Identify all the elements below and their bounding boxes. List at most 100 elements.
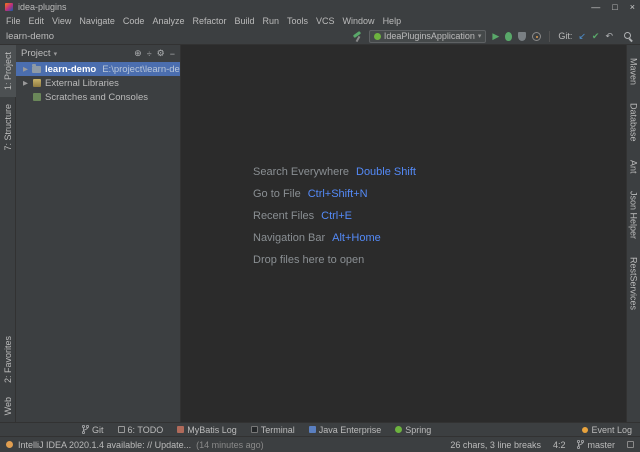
- git-update-button[interactable]: ↙: [578, 31, 586, 42]
- status-message-time: (14 minutes ago): [196, 439, 264, 450]
- app-logo-icon: [5, 3, 13, 11]
- build-hammer-icon[interactable]: [352, 31, 363, 42]
- toolwindow-tab-project[interactable]: 1: Project: [0, 45, 16, 98]
- run-config-select[interactable]: IdeaPluginsApplication ▾: [368, 29, 487, 43]
- shortcut-keys: Double Shift: [356, 166, 416, 178]
- tree-item-external-libraries[interactable]: ▶ External Libraries: [16, 76, 180, 90]
- menu-view[interactable]: View: [48, 14, 75, 28]
- left-bar-top-group: 1: Project 7: Structure: [0, 45, 16, 158]
- minimize-button[interactable]: —: [591, 0, 600, 14]
- left-bar-bottom-group: 2: Favorites Web: [0, 329, 16, 422]
- menu-bar: File Edit View Navigate Code Analyze Ref…: [0, 14, 640, 28]
- toolwindow-tab-database[interactable]: Database: [626, 94, 640, 151]
- menu-help[interactable]: Help: [379, 14, 406, 28]
- status-message[interactable]: IntelliJ IDEA 2020.1.4 available: // Upd…: [18, 440, 191, 450]
- project-view-selector[interactable]: Project: [21, 48, 51, 59]
- settings-gear-icon[interactable]: ⚙: [157, 48, 165, 59]
- java-enterprise-icon: [308, 426, 316, 433]
- git-branch-icon: [82, 425, 89, 434]
- shortcut-line: Go to File Ctrl+Shift+N: [253, 189, 416, 200]
- expand-arrow-icon[interactable]: ▶: [23, 79, 29, 87]
- title-bar: idea-plugins — □ ×: [0, 0, 640, 14]
- toolwindow-tab-label: MyBatis Log: [187, 424, 237, 435]
- toolwindow-tab-terminal[interactable]: Terminal: [250, 424, 295, 435]
- debug-button[interactable]: [505, 31, 513, 41]
- run-config-icon: [373, 32, 381, 40]
- toolwindow-tab-label: Git: [92, 424, 104, 435]
- event-log-button[interactable]: Event Log: [582, 425, 640, 435]
- tree-item-label: learn-demo: [45, 63, 97, 75]
- main-toolbar: learn-demo IdeaPluginsApplication ▾ ▶ Gi…: [0, 28, 640, 45]
- breadcrumb[interactable]: learn-demo: [6, 31, 54, 42]
- close-button[interactable]: ×: [630, 0, 635, 14]
- menu-run[interactable]: Run: [259, 14, 284, 28]
- shortcut-line: Recent Files Ctrl+E: [253, 211, 416, 222]
- shortcut-keys: Alt+Home: [332, 232, 381, 244]
- event-log-icon: [582, 426, 589, 433]
- terminal-icon: [250, 426, 258, 433]
- editor-area[interactable]: Search Everywhere Double Shift Go to Fil…: [181, 45, 626, 422]
- git-label: Git:: [558, 31, 573, 41]
- menu-vcs[interactable]: VCS: [312, 14, 339, 28]
- toolbar-separator: [549, 30, 551, 42]
- empty-editor-shortcuts: Search Everywhere Double Shift Go to Fil…: [253, 167, 416, 277]
- collapse-all-icon[interactable]: ÷: [147, 49, 152, 59]
- coverage-button[interactable]: [518, 31, 527, 41]
- tree-item-scratches[interactable]: ▶ Scratches and Consoles: [16, 90, 180, 104]
- shortcut-label: Recent Files: [253, 210, 315, 222]
- toolwindow-tab-maven[interactable]: Maven: [626, 49, 640, 94]
- event-log-label: Event Log: [591, 424, 632, 435]
- tree-item-label: External Libraries: [45, 77, 119, 89]
- toolwindow-tab-restservices[interactable]: RestServices: [626, 248, 640, 319]
- toolwindow-tab-java-enterprise[interactable]: Java Enterprise: [308, 425, 381, 435]
- menu-refactor[interactable]: Refactor: [188, 14, 230, 28]
- menu-window[interactable]: Window: [339, 14, 379, 28]
- lock-icon[interactable]: [627, 441, 634, 448]
- caret-position[interactable]: 4:2: [553, 440, 566, 450]
- git-rollback-button[interactable]: ↶: [605, 31, 613, 42]
- menu-code[interactable]: Code: [119, 14, 149, 28]
- shortcut-line: Navigation Bar Alt+Home: [253, 233, 416, 244]
- shortcut-label: Drop files here to open: [253, 254, 365, 266]
- run-button[interactable]: ▶: [492, 31, 499, 41]
- mybatis-icon: [177, 426, 185, 433]
- toolwindow-tab-ant[interactable]: Ant: [626, 151, 640, 183]
- toolwindow-tab-todo[interactable]: 6: TODO: [117, 424, 164, 435]
- project-panel-actions: ⊕ ÷ ⚙ −: [134, 48, 175, 59]
- menu-edit[interactable]: Edit: [25, 14, 49, 28]
- toolwindow-tab-git[interactable]: Git: [82, 425, 104, 435]
- toolwindow-tab-web[interactable]: Web: [0, 390, 16, 422]
- right-toolwindow-bar: Maven Database Ant Json Helper RestServi…: [626, 45, 640, 422]
- menu-file[interactable]: File: [2, 14, 25, 28]
- toolwindow-tab-favorites[interactable]: 2: Favorites: [0, 329, 16, 390]
- main-area: 1: Project 7: Structure 2: Favorites Web…: [0, 45, 640, 422]
- git-commit-button[interactable]: ✔: [592, 31, 600, 42]
- toolwindow-tab-label: Terminal: [260, 424, 295, 435]
- chevron-down-icon: ▾: [477, 33, 482, 40]
- maximize-button[interactable]: □: [612, 0, 617, 14]
- profiler-button[interactable]: [532, 31, 542, 41]
- toolwindow-tab-label: Spring: [405, 424, 432, 435]
- shortcut-line: Search Everywhere Double Shift: [253, 167, 416, 178]
- git-branch-widget[interactable]: master: [577, 440, 615, 450]
- toolwindow-tab-spring[interactable]: Spring: [395, 425, 431, 435]
- menu-navigate[interactable]: Navigate: [75, 14, 119, 28]
- toolwindow-tab-mybatis-log[interactable]: MyBatis Log: [177, 425, 237, 435]
- git-branch-icon: [577, 440, 585, 449]
- tree-item-learn-demo[interactable]: ▶ learn-demo E:\project\learn-demo: [16, 62, 180, 76]
- toolwindow-tab-structure[interactable]: 7: Structure: [0, 97, 16, 158]
- search-everywhere-icon[interactable]: [623, 31, 634, 42]
- bottom-toolwindow-bar: Git 6: TODO MyBatis Log Terminal Java En…: [0, 422, 640, 436]
- toolwindow-tab-label: 6: TODO: [127, 424, 164, 435]
- menu-build[interactable]: Build: [230, 14, 258, 28]
- hide-panel-icon[interactable]: −: [170, 49, 175, 59]
- menu-tools[interactable]: Tools: [283, 14, 312, 28]
- locate-file-icon[interactable]: ⊕: [134, 48, 142, 59]
- toolbar-right-group: IdeaPluginsApplication ▾ ▶ Git: ↙ ✔ ↶: [352, 29, 634, 43]
- chevron-down-icon: ▾: [53, 50, 58, 58]
- expand-arrow-icon[interactable]: ▶: [23, 65, 28, 73]
- toolwindow-tab-json-helper[interactable]: Json Helper: [626, 182, 640, 248]
- notification-icon[interactable]: [6, 441, 13, 448]
- shortcut-label: Search Everywhere: [253, 166, 349, 178]
- menu-analyze[interactable]: Analyze: [148, 14, 188, 28]
